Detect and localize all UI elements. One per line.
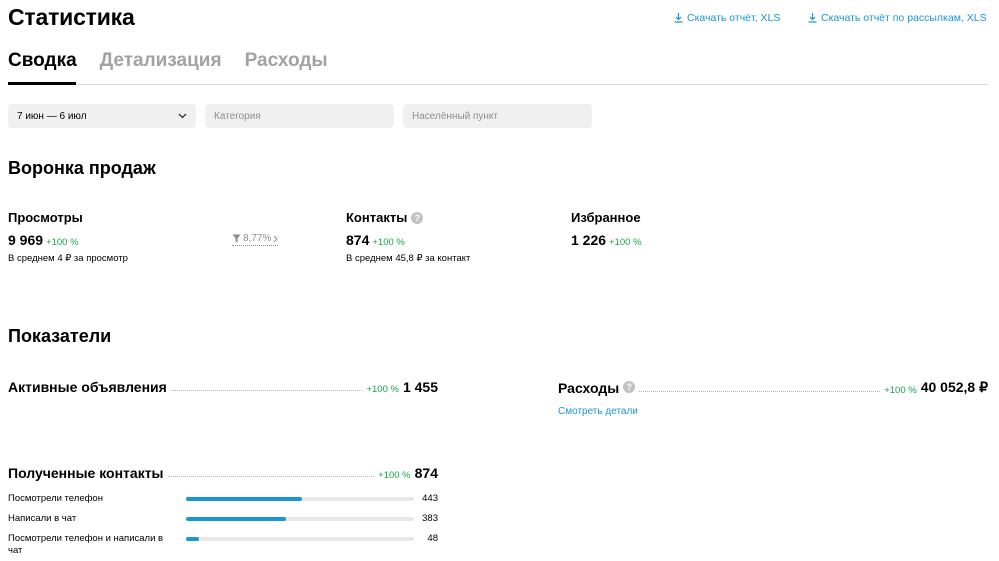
breakdown-value: 48 xyxy=(427,533,438,544)
breakdown-bar-fill xyxy=(186,537,199,541)
favorites-delta: +100 % xyxy=(609,237,642,248)
breakdown-label: Посмотрели телефон и написали в чат xyxy=(8,533,164,556)
contacts-delta: +100 % xyxy=(372,237,405,248)
metrics-heading: Показатели xyxy=(8,326,112,346)
date-range-select[interactable]: 7 июн — 6 июл xyxy=(8,104,196,128)
favorites-metric: 1 226 +100 % xyxy=(571,232,642,248)
date-range-value: 7 июн — 6 июл xyxy=(17,110,87,122)
help-icon[interactable]: ? xyxy=(623,381,636,393)
category-placeholder: Категория xyxy=(214,110,261,122)
expenses-value: 40 052,8 ₽ xyxy=(920,379,988,395)
dotted-leader xyxy=(170,390,363,391)
contacts-metric: 874 +100 % xyxy=(346,232,405,248)
expenses-details-link[interactable]: Смотреть детали xyxy=(558,406,638,417)
favorites-value: 1 226 xyxy=(571,232,607,248)
views-delta: +100 % xyxy=(46,237,79,248)
filter-funnel-icon xyxy=(232,234,241,243)
tab-expenses[interactable]: Расходы xyxy=(245,50,328,80)
chevron-down-icon xyxy=(178,113,187,119)
dotted-leader xyxy=(639,391,881,392)
active-ads-row: Активные объявления +100 % 1 455 xyxy=(8,379,438,395)
breakdown-value: 443 xyxy=(422,493,438,504)
contacts-note: В среднем 45,8 ₽ за контакт xyxy=(346,253,471,264)
download-report-link[interactable]: Скачать отчёт, XLS xyxy=(674,12,780,24)
views-value: 9 969 xyxy=(8,232,44,248)
breakdown-bar-fill xyxy=(186,497,303,501)
active-ads-label: Активные объявления xyxy=(8,379,167,395)
category-select[interactable]: Категория xyxy=(205,104,394,128)
chevron-right-icon xyxy=(274,235,279,242)
breakdown-label: Посмотрели телефон xyxy=(8,493,103,504)
expenses-row: Расходы? +100 % 40 052,8 ₽ xyxy=(558,379,988,396)
tabs: Сводка Детализация Расходы xyxy=(8,50,328,80)
download-report-label: Скачать отчёт, XLS xyxy=(687,12,781,24)
received-contacts-value: 874 xyxy=(414,465,438,481)
help-icon[interactable]: ? xyxy=(411,212,424,224)
views-metric: 9 969 +100 % xyxy=(8,232,79,248)
breakdown-label: Написали в чат xyxy=(8,513,77,524)
active-ads-delta: +100 % xyxy=(366,384,399,395)
city-select[interactable]: Населённый пункт xyxy=(403,104,592,128)
expenses-delta: +100 % xyxy=(884,385,917,396)
funnel-heading: Воронка продаж xyxy=(8,158,156,178)
breakdown-value: 383 xyxy=(422,513,438,524)
tab-details[interactable]: Детализация xyxy=(100,50,222,80)
breakdown-bar-fill xyxy=(186,517,287,521)
active-ads-value: 1 455 xyxy=(402,379,438,395)
received-contacts-row: Полученные контакты +100 % 874 xyxy=(8,465,438,481)
conversion-link[interactable]: 8,77% xyxy=(232,233,279,246)
contacts-label-group: Контакты? xyxy=(346,210,424,225)
dotted-leader xyxy=(167,476,375,477)
expenses-label: Расходы xyxy=(558,380,620,396)
tabs-divider xyxy=(8,84,988,85)
contacts-value: 874 xyxy=(346,232,370,248)
conversion-value: 8,77% xyxy=(243,233,272,244)
tab-summary[interactable]: Сводка xyxy=(8,50,77,80)
contacts-label: Контакты xyxy=(346,210,408,225)
breakdown-bar-track xyxy=(186,517,414,521)
city-placeholder: Населённый пункт xyxy=(412,110,499,122)
download-icon xyxy=(674,13,683,23)
page-title: Статистика xyxy=(8,4,135,30)
breakdown-bar-track xyxy=(186,497,414,501)
favorites-label: Избранное xyxy=(571,210,641,225)
received-contacts-delta: +100 % xyxy=(378,470,411,481)
active-tab-indicator xyxy=(8,82,76,85)
download-mailing-report-label: Скачать отчёт по рассылкам, XLS xyxy=(821,12,987,24)
download-icon xyxy=(808,13,817,23)
breakdown-bar-track xyxy=(186,537,414,541)
views-note: В среднем 4 ₽ за просмотр xyxy=(8,253,128,264)
download-mailing-report-link[interactable]: Скачать отчёт по рассылкам, XLS xyxy=(808,12,987,24)
views-label: Просмотры xyxy=(8,210,83,225)
received-contacts-label: Полученные контакты xyxy=(8,465,164,481)
